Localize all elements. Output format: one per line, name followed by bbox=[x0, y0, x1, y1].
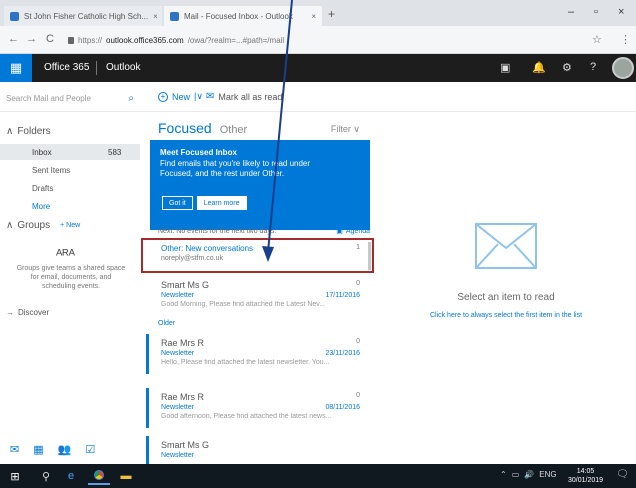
command-row: Search Mail and People ⌕ + New |∨ ✉ Mark… bbox=[0, 82, 636, 112]
search-placeholder: Search Mail and People bbox=[6, 93, 91, 103]
new-message-button[interactable]: + New |∨ bbox=[158, 91, 203, 102]
plus-icon: + bbox=[158, 91, 168, 102]
focused-inbox-promo: Meet Focused Inbox Find emails that you'… bbox=[150, 140, 370, 230]
envelope-open-icon: ✉ bbox=[206, 91, 215, 102]
bookmark-star-icon[interactable]: ☆ bbox=[592, 33, 602, 46]
header-divider bbox=[96, 61, 97, 75]
envelope-icon bbox=[475, 223, 537, 269]
skype-icon[interactable]: ▣ bbox=[500, 61, 510, 74]
list-item[interactable]: Rae Mrs R0 Newsletter 08/11/2016 Good aft… bbox=[146, 388, 374, 428]
taskbar-clock[interactable]: 14:05 30/01/2019 bbox=[568, 467, 603, 485]
calendar-icon: ▣ bbox=[336, 228, 343, 235]
new-group-button[interactable]: + New bbox=[60, 222, 80, 229]
folders-header[interactable]: ∧ Folders bbox=[6, 126, 51, 137]
folder-inbox[interactable]: Inbox 583 bbox=[0, 144, 140, 160]
promo-body: Find emails that you're likely to read u… bbox=[160, 159, 311, 178]
tab-close-icon[interactable]: × bbox=[153, 12, 158, 21]
highlight-box bbox=[141, 238, 374, 273]
office365-brand[interactable]: Office 365 bbox=[44, 62, 89, 73]
collapse-chevron-icon: ∧ bbox=[6, 126, 14, 137]
reading-pane: Select an item to read Click here to alw… bbox=[376, 112, 636, 464]
got-it-button[interactable]: Got it bbox=[162, 196, 193, 210]
browser-menu-icon[interactable]: ⋮ bbox=[620, 33, 631, 46]
groups-header[interactable]: ∧ Groups + New bbox=[6, 220, 80, 231]
agenda-row: Next: No events for the next two days. ▣… bbox=[158, 224, 370, 238]
inbox-tabs: Focused Other Filter ∨ bbox=[158, 120, 370, 140]
people-icon[interactable]: 👥 bbox=[58, 443, 72, 456]
back-icon[interactable]: ← bbox=[8, 33, 19, 45]
tray-chevron-icon[interactable]: ⌃ bbox=[500, 470, 507, 479]
agenda-button[interactable]: ▣ Agenda bbox=[336, 227, 370, 236]
lock-icon bbox=[68, 36, 74, 44]
collapse-chevron-icon: ∧ bbox=[6, 220, 14, 231]
list-item[interactable]: Smart Ms G0 Newsletter 17/11/2016 Good Mo… bbox=[146, 276, 374, 316]
tab-label: St John Fisher Catholic High Sch... bbox=[24, 11, 149, 21]
settings-gear-icon[interactable]: ⚙ bbox=[562, 61, 572, 74]
battery-icon[interactable]: ▭ bbox=[512, 470, 520, 479]
tab-label: Mail - Focused Inbox - Outlook bbox=[184, 11, 293, 21]
windows-taskbar: ⊞ ⚲ e ▬ ⌃ ▭ 🔊 ENG 14:05 30/01/2019 🗨 bbox=[0, 464, 636, 488]
folder-pane: ∧ Folders Inbox 583 Sent Items Drafts Mo… bbox=[0, 112, 140, 434]
tab-close-icon[interactable]: × bbox=[311, 12, 316, 21]
app-launcher-icon[interactable]: ▦ bbox=[0, 54, 32, 82]
tasks-icon[interactable]: ☑ bbox=[85, 443, 95, 456]
maximize-icon[interactable]: ▫ bbox=[594, 6, 598, 18]
close-window-icon[interactable]: × bbox=[618, 6, 624, 18]
outlook-favicon-icon bbox=[170, 11, 179, 21]
action-center-icon[interactable]: 🗨 bbox=[616, 469, 629, 480]
arrow-right-icon: → bbox=[6, 308, 14, 317]
list-item[interactable]: Rae Mrs R0 Newsletter 23/11/2016 Hello, P… bbox=[146, 334, 374, 374]
taskbar-search-icon[interactable]: ⚲ bbox=[38, 467, 54, 485]
reading-pane-title: Select an item to read bbox=[457, 292, 555, 303]
outlook-app-name[interactable]: Outlook bbox=[106, 62, 140, 73]
browser-tab-school[interactable]: St John Fisher Catholic High Sch... × bbox=[4, 6, 162, 26]
promo-title: Meet Focused Inbox bbox=[160, 148, 237, 157]
new-tab-button[interactable]: + bbox=[328, 7, 335, 21]
windows-start-icon[interactable]: ⊞ bbox=[6, 467, 24, 485]
chevron-down-icon[interactable]: |∨ bbox=[194, 91, 203, 102]
minimize-icon[interactable]: – bbox=[568, 6, 574, 18]
browser-tab-bar: St John Fisher Catholic High Sch... × Ma… bbox=[0, 0, 636, 26]
mail-icon[interactable]: ✉ bbox=[10, 443, 19, 456]
favicon-icon bbox=[10, 11, 19, 21]
list-item[interactable]: Smart Ms G Newsletter bbox=[146, 436, 374, 464]
browser-tab-mail[interactable]: Mail - Focused Inbox - Outlook × bbox=[164, 6, 322, 26]
tab-focused[interactable]: Focused bbox=[158, 120, 212, 136]
discover-groups-link[interactable]: → Discover bbox=[6, 308, 49, 317]
help-icon[interactable]: ? bbox=[590, 61, 596, 73]
search-input[interactable]: Search Mail and People ⌕ bbox=[2, 90, 138, 106]
tab-other[interactable]: Other bbox=[220, 124, 248, 136]
agenda-text: Next: No events for the next two days. bbox=[158, 227, 277, 235]
user-avatar[interactable] bbox=[612, 57, 634, 79]
folder-more[interactable]: More bbox=[0, 198, 140, 214]
search-icon[interactable]: ⌕ bbox=[128, 93, 134, 104]
edge-browser-icon[interactable]: e bbox=[62, 467, 80, 485]
forward-icon[interactable]: → bbox=[26, 33, 37, 45]
address-bar-row: ← → C https://outlook.office365.com/owa/… bbox=[0, 26, 636, 54]
unread-count: 583 bbox=[108, 147, 122, 157]
url-input[interactable]: https://outlook.office365.com/owa/?realm… bbox=[68, 31, 578, 49]
notifications-icon[interactable]: 🔔 bbox=[532, 61, 546, 74]
list-divider-label: Older bbox=[158, 320, 176, 327]
calendar-icon[interactable]: ▦ bbox=[33, 443, 43, 456]
select-first-item-link[interactable]: Click here to always select the first it… bbox=[376, 312, 636, 319]
mark-all-read-button[interactable]: ✉ Mark all as read bbox=[206, 91, 282, 102]
language-indicator[interactable]: ENG bbox=[539, 470, 556, 479]
office365-header: ▦ Office 365 Outlook ▣ 🔔 ⚙ ? bbox=[0, 54, 636, 82]
folder-drafts[interactable]: Drafts bbox=[0, 180, 140, 196]
filter-dropdown[interactable]: Filter ∨ bbox=[331, 124, 360, 135]
folder-sent-items[interactable]: Sent Items bbox=[0, 162, 140, 178]
system-tray: ⌃ ▭ 🔊 ENG bbox=[500, 470, 557, 479]
groups-people-icon: ᴬᴿᴬ bbox=[56, 246, 76, 262]
learn-more-button[interactable]: Learn more bbox=[196, 196, 247, 210]
file-explorer-icon[interactable]: ▬ bbox=[118, 467, 134, 485]
message-list: Focused Other Filter ∨ Meet Focused Inbo… bbox=[146, 112, 374, 464]
reload-icon[interactable]: C bbox=[46, 33, 54, 45]
groups-description: Groups give teams a shared space for ema… bbox=[16, 265, 126, 290]
chrome-browser-icon[interactable] bbox=[88, 467, 110, 485]
module-switcher: ✉ ▦ 👥 ☑ bbox=[0, 434, 140, 464]
volume-icon[interactable]: 🔊 bbox=[524, 470, 534, 479]
